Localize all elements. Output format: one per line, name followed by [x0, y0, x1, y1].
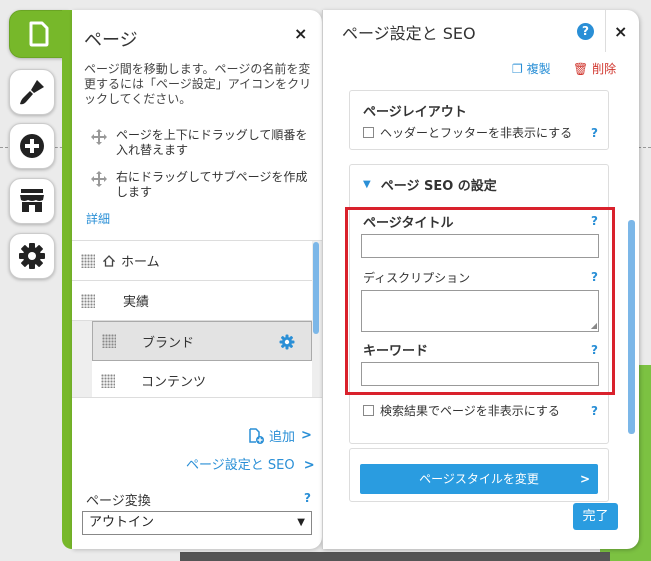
- page-icon: [29, 21, 49, 47]
- reorder-tip-text: ページを上下にドラッグして順番を入れ替えます: [116, 128, 308, 157]
- plus-circle-icon: [20, 134, 44, 158]
- page-transition-label: ページ変換: [86, 494, 151, 509]
- pages-panel-description: ページ間を移動します。ページの名前を変更するには「ページ設定」アイコンをクリック…: [84, 62, 312, 106]
- home-icon: [103, 254, 115, 267]
- add-tool-button[interactable]: [9, 123, 55, 169]
- pages-panel-close-button[interactable]: ×: [294, 24, 307, 43]
- duplicate-label: 複製: [526, 62, 551, 76]
- page-item-contents[interactable]: コンテンツ: [92, 361, 312, 397]
- store-icon: [20, 189, 44, 212]
- hide-header-footer-checkbox[interactable]: [363, 127, 374, 138]
- add-page-icon: [249, 427, 264, 444]
- reorder-tip: ページを上下にドラッグして順番を入れ替えます: [90, 128, 310, 158]
- copy-icon: ❐: [512, 62, 523, 76]
- add-page-button[interactable]: 追加 >: [248, 426, 312, 445]
- page-item-works[interactable]: 実績: [72, 281, 312, 321]
- page-layout-title: ページレイアウト: [363, 105, 467, 120]
- delete-label: 削除: [592, 62, 617, 76]
- hide-search-label: 検索結果でページを非表示にする: [380, 404, 560, 418]
- page-settings-gear-icon[interactable]: [279, 334, 295, 350]
- add-page-label: 追加: [269, 430, 296, 445]
- gear-icon: [19, 243, 45, 269]
- page-settings-panel: ページ設定と SEO ? × ❐ 複製 🗑 削除 ページレイアウト ヘッダーとフ…: [322, 10, 639, 549]
- chevron-right-icon: >: [579, 472, 590, 486]
- page-style-section: ページスタイルを変更 >: [349, 448, 609, 502]
- store-tool-button[interactable]: [9, 178, 55, 224]
- change-page-style-label: ページスタイルを変更: [419, 472, 539, 486]
- page-settings-seo-label: ページ設定と SEO: [186, 458, 295, 473]
- page-transition-value: アウトイン: [89, 515, 155, 530]
- change-page-style-button[interactable]: ページスタイルを変更 >: [360, 464, 598, 494]
- done-button[interactable]: 完了: [573, 503, 618, 530]
- hide-header-footer-label: ヘッダーとフッターを非表示にする: [380, 126, 573, 140]
- duplicate-page-button[interactable]: ❐ 複製: [512, 60, 551, 77]
- help-icon[interactable]: ?: [577, 23, 594, 40]
- left-toolbar: [0, 0, 69, 561]
- settings-panel-scrollbar[interactable]: [628, 220, 635, 434]
- seo-section-title: ページ SEO の設定: [380, 179, 497, 194]
- page-transition-help-icon[interactable]: ?: [304, 491, 311, 505]
- chevron-right-icon: >: [303, 458, 315, 473]
- paintbrush-icon: [20, 80, 44, 105]
- dropdown-arrow-icon: ▼: [297, 517, 305, 528]
- pages-tool-button[interactable]: [9, 10, 69, 58]
- move-arrows-icon: [91, 129, 107, 145]
- move-arrows-icon: [91, 171, 107, 187]
- hide-search-checkbox[interactable]: [363, 405, 374, 416]
- page-item-label: ホーム: [121, 255, 160, 270]
- pages-panel-title: ページ: [84, 30, 138, 51]
- subpage-tip-text: 右にドラッグしてサブページを作成します: [116, 170, 308, 199]
- seo-section-toggle[interactable]: ▼ ページ SEO の設定: [363, 175, 497, 194]
- details-link[interactable]: 詳細: [86, 210, 110, 227]
- delete-page-button[interactable]: 🗑 削除: [573, 60, 616, 77]
- drag-handle-icon[interactable]: [81, 293, 95, 308]
- hide-header-footer-row: ヘッダーとフッターを非表示にする: [363, 124, 572, 141]
- chevron-right-icon: >: [301, 428, 312, 443]
- page-item-home[interactable]: ホーム: [72, 241, 312, 281]
- drag-handle-icon[interactable]: [102, 334, 116, 348]
- settings-panel-close-button[interactable]: ×: [614, 22, 627, 41]
- hide-header-footer-help-icon[interactable]: ?: [591, 126, 598, 140]
- trash-icon: 🗑: [573, 62, 589, 76]
- page-list: ホーム 実績 ブランド コンテンツ: [72, 240, 322, 398]
- drag-handle-icon[interactable]: [81, 253, 95, 268]
- drag-handle-icon[interactable]: [101, 373, 115, 388]
- page-transition-select[interactable]: アウトイン ▼: [82, 511, 312, 535]
- highlight-frame: [345, 207, 615, 395]
- page-settings-seo-link[interactable]: ページ設定と SEO >: [186, 454, 315, 473]
- pages-panel: ページ × ページ間を移動します。ページの名前を変更するには「ページ設定」アイコ…: [72, 10, 322, 549]
- page-item-label: コンテンツ: [141, 375, 207, 390]
- design-tool-button[interactable]: [9, 69, 55, 115]
- settings-tool-button[interactable]: [9, 233, 55, 279]
- subpage-tip: 右にドラッグしてサブページを作成します: [90, 170, 310, 200]
- canvas-bottom-strip: [180, 552, 610, 561]
- page-item-label: ブランド: [142, 335, 195, 351]
- header-divider: [605, 10, 606, 52]
- page-list-scrollbar[interactable]: [313, 242, 319, 334]
- hide-search-row: 検索結果でページを非表示にする: [363, 402, 560, 419]
- page-item-label: 実績: [123, 295, 150, 310]
- settings-panel-title: ページ設定と SEO: [342, 24, 476, 43]
- caret-down-icon: ▼: [363, 179, 371, 190]
- page-layout-section: ページレイアウト ヘッダーとフッターを非表示にする ?: [349, 90, 609, 150]
- page-item-brand[interactable]: ブランド: [92, 321, 312, 361]
- hide-search-help-icon[interactable]: ?: [591, 404, 598, 418]
